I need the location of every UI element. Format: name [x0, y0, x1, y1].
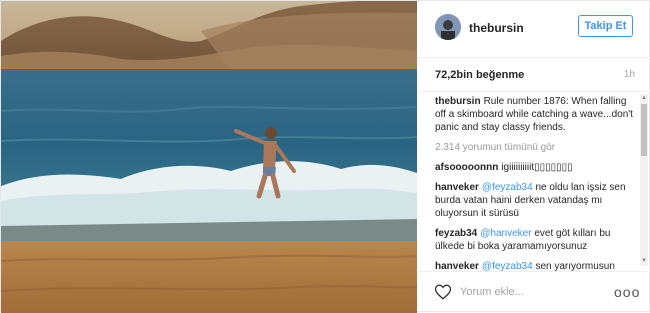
- list-item: afsooooonnn igiiiiiiiiiit▯▯▯▯▯▯▯: [435, 161, 635, 174]
- comment-mention[interactable]: @feyzab34: [482, 182, 533, 193]
- comment-username[interactable]: hanveker: [435, 261, 479, 271]
- caption-comment: thebursin Rule number 1876: When falling …: [435, 95, 635, 134]
- comment-username[interactable]: afsooooonnn: [435, 162, 498, 173]
- comments-list: thebursin Rule number 1876: When falling …: [435, 95, 635, 271]
- scroll-down-arrow-icon[interactable]: ▼: [641, 258, 647, 264]
- avatar-image: [435, 14, 461, 40]
- post-sidebar: thebursin Takip Et 72,2bin beğenme 1h th…: [418, 1, 650, 312]
- post-photo[interactable]: [1, 1, 417, 313]
- post-footer: Yorum ekle... ooo: [418, 271, 650, 313]
- list-item: hanveker @feyzab34 sen yarıyormusun: [435, 260, 635, 271]
- comment-mention[interactable]: @feyzab34: [482, 261, 533, 271]
- list-item: feyzab34 @hanveker evet göt kılları bu ül…: [435, 227, 635, 253]
- scroll-up-arrow-icon[interactable]: ▲: [641, 95, 647, 101]
- likes-row: 72,2bin beğenme 1h: [418, 57, 650, 92]
- avatar[interactable]: [435, 14, 461, 40]
- comment-username[interactable]: hanveker: [435, 182, 479, 193]
- likes-count[interactable]: 72,2bin beğenme: [435, 69, 524, 81]
- comments-scrollbar[interactable]: ▲ ▼: [640, 94, 648, 266]
- post-header: thebursin Takip Et: [418, 1, 650, 58]
- comment-username[interactable]: feyzab34: [435, 228, 477, 239]
- beach-photo-image: [1, 1, 417, 313]
- list-item: hanveker @feyzab34 ne oldu lan işsiz sen …: [435, 181, 635, 220]
- scrollbar-thumb[interactable]: [641, 104, 647, 156]
- comment-text: igiiiiiiiiiit▯▯▯▯▯▯▯: [501, 162, 573, 173]
- heart-icon[interactable]: [434, 283, 452, 301]
- comment-mention[interactable]: @hanveker: [480, 228, 531, 239]
- post-timestamp: 1h: [623, 69, 635, 80]
- follow-button[interactable]: Takip Et: [578, 15, 633, 37]
- view-all-comments-link[interactable]: 2.314 yorumun tümünü gör: [435, 141, 635, 154]
- add-comment-input[interactable]: Yorum ekle...: [460, 286, 600, 298]
- username-link[interactable]: thebursin: [469, 21, 524, 35]
- comment-username[interactable]: thebursin: [435, 96, 481, 107]
- comment-text: sen yarıyormusun: [535, 261, 615, 271]
- instagram-post-card: thebursin Takip Et 72,2bin beğenme 1h th…: [0, 0, 650, 313]
- more-options-icon[interactable]: ooo: [614, 284, 640, 300]
